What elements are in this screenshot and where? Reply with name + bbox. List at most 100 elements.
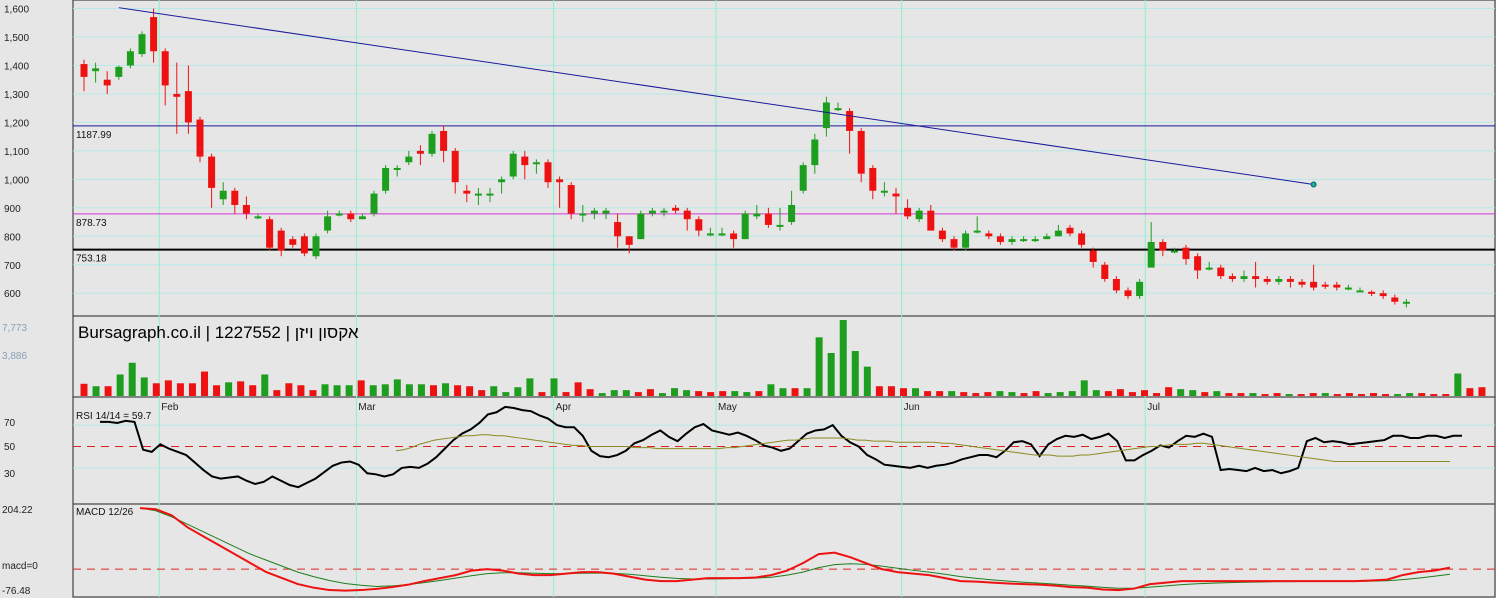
month-label-jul: Jul bbox=[1147, 402, 1160, 413]
volume-bar bbox=[1008, 392, 1016, 396]
candle-body bbox=[1159, 241, 1167, 251]
volume-bar bbox=[1321, 393, 1329, 396]
candle-body bbox=[637, 213, 645, 240]
volume-bar bbox=[1478, 387, 1486, 396]
volume-bar bbox=[1237, 393, 1245, 396]
volume-bar bbox=[1165, 387, 1173, 396]
candle-body bbox=[103, 79, 111, 86]
volume-bar bbox=[598, 393, 606, 396]
candle-body bbox=[672, 207, 680, 211]
volume-bar bbox=[695, 391, 703, 396]
candle-body bbox=[1368, 291, 1376, 294]
macd-panel bbox=[72, 503, 1496, 598]
candle-body bbox=[880, 190, 888, 193]
candle-body bbox=[1228, 276, 1236, 279]
candle-body bbox=[451, 150, 459, 183]
candle-body bbox=[1344, 287, 1352, 290]
candle-body bbox=[486, 193, 494, 196]
volume-bar bbox=[1249, 393, 1257, 396]
candle-body bbox=[1054, 230, 1062, 237]
volume-bar bbox=[104, 386, 112, 396]
candle-body bbox=[1008, 239, 1016, 242]
volume-bar bbox=[1333, 394, 1341, 396]
volume-bar bbox=[743, 392, 751, 396]
price-tick-1300: 1,300 bbox=[4, 90, 29, 101]
candle-body bbox=[1263, 278, 1271, 282]
rsi-tick-30: 30 bbox=[4, 469, 16, 480]
price-panel bbox=[72, 0, 1496, 317]
volume-bar bbox=[1189, 390, 1197, 396]
candle-body bbox=[416, 150, 424, 154]
candle-body bbox=[1310, 281, 1318, 288]
volume-bar bbox=[803, 388, 811, 396]
volume-bar bbox=[1104, 391, 1112, 396]
volume-bar bbox=[1454, 373, 1462, 396]
candle-body bbox=[1275, 278, 1283, 282]
volume-bar bbox=[514, 387, 522, 396]
candle-body bbox=[289, 239, 297, 245]
month-label-mar: Mar bbox=[358, 402, 376, 413]
volume-bar bbox=[574, 382, 582, 396]
volume-bar bbox=[767, 384, 775, 396]
volume-bar bbox=[1020, 393, 1028, 396]
volume-bar bbox=[1128, 392, 1136, 396]
volume-bar bbox=[719, 391, 727, 396]
volume-bar bbox=[285, 383, 293, 396]
volume-bar bbox=[1032, 391, 1040, 396]
candle-body bbox=[150, 17, 158, 52]
candle-body bbox=[382, 167, 390, 191]
volume-bar bbox=[369, 385, 377, 396]
candle-body bbox=[1240, 276, 1248, 279]
price-tick-600: 600 bbox=[4, 289, 21, 300]
candle-body bbox=[985, 233, 993, 237]
volume-bar bbox=[755, 391, 763, 396]
candle-body bbox=[1286, 278, 1294, 282]
volume-bar bbox=[80, 383, 88, 396]
candle-body bbox=[788, 204, 796, 223]
price-tick-1000: 1,000 bbox=[4, 175, 29, 186]
volume-bar bbox=[622, 390, 630, 396]
candle-body bbox=[1321, 284, 1329, 287]
candle-body bbox=[811, 139, 819, 166]
volume-bar bbox=[610, 390, 618, 396]
candle-body bbox=[718, 233, 726, 236]
candle-body bbox=[1333, 284, 1341, 288]
candle-body bbox=[706, 233, 714, 236]
volume-bar bbox=[1357, 394, 1365, 396]
volume-bar bbox=[417, 384, 425, 396]
candle-body bbox=[92, 68, 100, 72]
candle-body bbox=[1402, 301, 1410, 304]
volume-bar bbox=[863, 366, 871, 396]
volume-bar bbox=[851, 351, 859, 396]
candle-body bbox=[869, 167, 877, 191]
volume-bar bbox=[912, 388, 920, 396]
candle-body bbox=[904, 207, 912, 217]
candle-body bbox=[1020, 239, 1028, 242]
level-label-0: 1187.99 bbox=[76, 130, 112, 141]
candle-body bbox=[950, 239, 958, 248]
rsi-tick-70: 70 bbox=[4, 418, 16, 429]
volume-bar bbox=[538, 392, 546, 396]
candle-body bbox=[579, 213, 587, 216]
volume-bar bbox=[393, 379, 401, 396]
candle-body bbox=[138, 34, 146, 55]
volume-bar bbox=[273, 390, 281, 396]
candle-body bbox=[857, 130, 865, 174]
volume-bar bbox=[1092, 390, 1100, 396]
candle-body bbox=[915, 210, 923, 220]
candle-body bbox=[115, 66, 123, 77]
volume-bar bbox=[634, 392, 642, 396]
macd-label: MACD 12/26 bbox=[76, 507, 134, 518]
volume-bar bbox=[671, 388, 679, 396]
candle-body bbox=[184, 91, 192, 123]
watermark: Bursagraph.co.il | 1227552 | אקסון ויזן bbox=[78, 323, 359, 342]
candle-body bbox=[556, 179, 564, 183]
volume-axis-mid: 3,886 bbox=[2, 351, 27, 362]
candle-body bbox=[834, 108, 842, 111]
price-tick-1100: 1,100 bbox=[4, 147, 29, 158]
volume-bar bbox=[1141, 390, 1149, 396]
volume-bar bbox=[1345, 393, 1353, 396]
candle-body bbox=[1147, 241, 1155, 268]
rsi-label: RSI 14/14 = 59.7 bbox=[76, 411, 152, 422]
volume-bar bbox=[478, 390, 486, 396]
